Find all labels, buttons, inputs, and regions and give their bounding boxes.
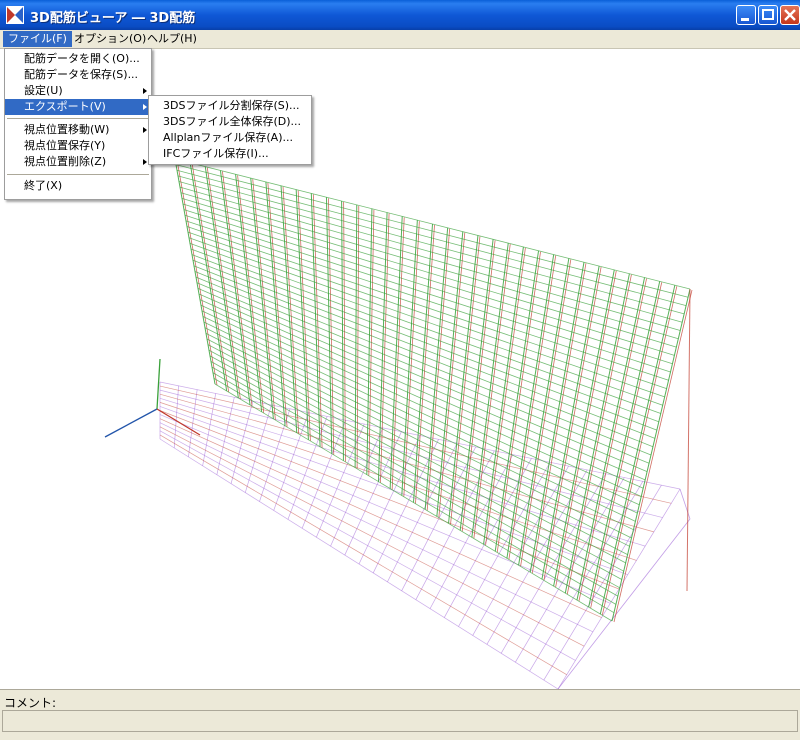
title-bar[interactable]: 3D配筋ビューア ― 3D配筋 bbox=[0, 0, 800, 30]
menu-save-viewpoint[interactable]: 視点位置保存(Y) bbox=[5, 138, 151, 154]
comment-field[interactable] bbox=[2, 710, 798, 732]
rebar-line bbox=[159, 434, 567, 676]
menu-export-3ds-whole[interactable]: 3DSファイル全体保存(D)... bbox=[149, 114, 306, 130]
menu-move-viewpoint[interactable]: 視点位置移動(W) bbox=[5, 122, 151, 138]
rebar-line bbox=[156, 358, 161, 410]
close-icon bbox=[784, 9, 796, 21]
menu-file[interactable]: ファイル(F) bbox=[3, 31, 72, 47]
menu-settings[interactable]: 設定(U) bbox=[5, 83, 151, 99]
submenu-arrow-icon bbox=[143, 88, 147, 94]
minimize-icon bbox=[741, 18, 749, 21]
menu-separator bbox=[7, 174, 149, 175]
menu-bar: ファイル(F) オプション(O) ヘルプ(H) bbox=[0, 30, 800, 49]
rebar-line bbox=[185, 220, 669, 381]
menu-move-viewpoint-label: 視点位置移動(W) bbox=[24, 123, 110, 136]
rebar-line bbox=[180, 192, 679, 340]
menu-delete-viewpoint[interactable]: 視点位置削除(Z) bbox=[5, 154, 151, 170]
menu-settings-label: 設定(U) bbox=[24, 84, 63, 97]
rebar-line bbox=[176, 169, 687, 306]
file-menu: 配筋データを開く(O)... 配筋データを保存(S)... 設定(U) エクスポ… bbox=[4, 48, 152, 200]
menu-export-allplan[interactable]: Allplanファイル保存(A)... bbox=[149, 130, 306, 146]
minimize-button[interactable] bbox=[736, 5, 756, 25]
menu-options[interactable]: オプション(O) bbox=[69, 31, 151, 47]
submenu-arrow-icon bbox=[143, 159, 147, 165]
rebar-line bbox=[213, 378, 615, 614]
menu-help[interactable]: ヘルプ(H) bbox=[142, 31, 202, 47]
rebar-line bbox=[183, 209, 673, 365]
menu-export-ifc[interactable]: IFCファイル保存(I)... bbox=[149, 146, 306, 162]
rebar-line bbox=[679, 488, 691, 520]
rebar-line bbox=[104, 408, 158, 438]
rebar-line bbox=[209, 355, 622, 580]
window-title: 3D配筋ビューア ― 3D配筋 bbox=[30, 11, 196, 26]
submenu-arrow-icon bbox=[143, 127, 147, 133]
menu-export-3ds-split[interactable]: 3DSファイル分割保存(S)... bbox=[149, 98, 306, 114]
comment-bar: コメント: bbox=[0, 689, 800, 740]
menu-delete-viewpoint-label: 視点位置削除(Z) bbox=[24, 155, 107, 168]
comment-label: コメント: bbox=[4, 696, 57, 710]
maximize-button[interactable] bbox=[758, 5, 778, 25]
export-submenu: 3DSファイル分割保存(S)... 3DSファイル全体保存(D)... Allp… bbox=[148, 95, 312, 165]
rebar-line bbox=[159, 410, 620, 590]
menu-save-data[interactable]: 配筋データを保存(S)... bbox=[5, 67, 151, 83]
rebar-line bbox=[159, 397, 646, 547]
rebar-line bbox=[686, 288, 691, 592]
menu-export[interactable]: エクスポート(V) bbox=[5, 99, 151, 115]
menu-export-label: エクスポート(V) bbox=[24, 100, 106, 113]
menu-exit[interactable]: 終了(X) bbox=[5, 178, 151, 194]
rebar-line bbox=[557, 518, 691, 689]
rebar-line bbox=[211, 366, 619, 597]
rebar-line bbox=[174, 158, 691, 290]
submenu-arrow-icon bbox=[143, 104, 147, 110]
close-button[interactable] bbox=[780, 5, 800, 25]
app-icon bbox=[6, 6, 24, 24]
menu-open-data[interactable]: 配筋データを開く(O)... bbox=[5, 51, 151, 67]
menu-separator bbox=[7, 118, 149, 119]
rebar-line bbox=[196, 282, 648, 472]
maximize-icon bbox=[762, 9, 774, 20]
rebar-line bbox=[159, 438, 559, 689]
rebar-line bbox=[177, 175, 685, 315]
rebar-line bbox=[182, 203, 675, 356]
